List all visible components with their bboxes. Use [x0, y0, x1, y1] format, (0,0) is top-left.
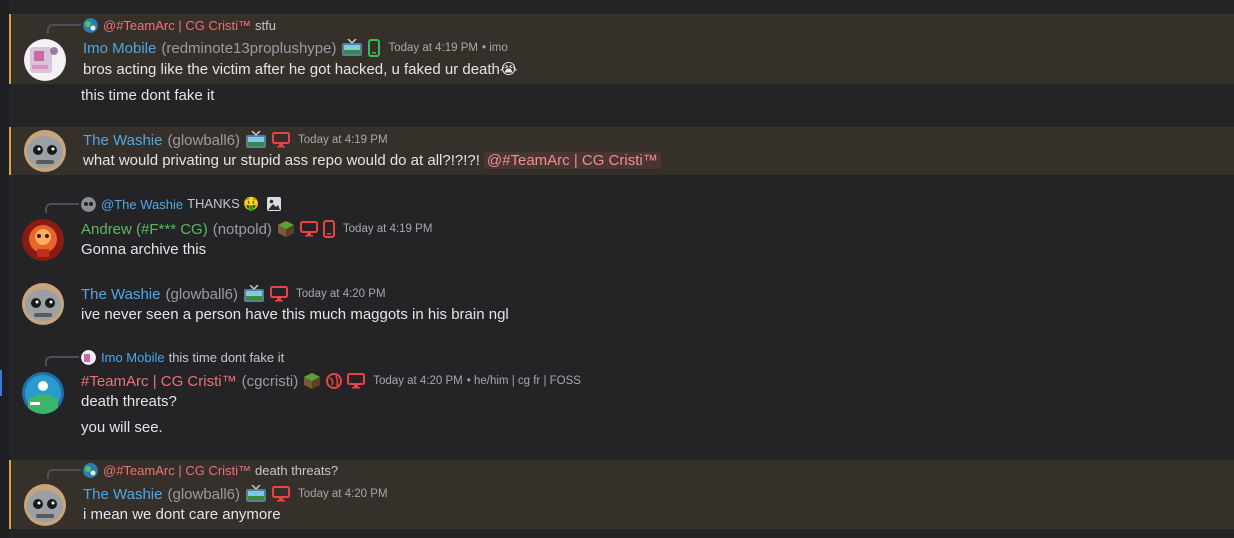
reply-avatar: [81, 349, 96, 365]
author-username: (redminote13proplushype): [161, 39, 337, 57]
author-tag: • he/him | cg fr | FOSS: [466, 375, 581, 387]
tv-badge-icon: [243, 285, 265, 303]
timestamp[interactable]: Today at 4:20 PM: [296, 288, 386, 300]
reply-text: this time dont fake it: [168, 349, 285, 365]
message[interactable]: @#TeamArc | CG Cristi™ stfu Imo Mobile (…: [9, 14, 1234, 84]
reply-author[interactable]: @#TeamArc | CG Cristi™: [103, 18, 251, 33]
desktop-device-icon: [270, 286, 289, 302]
avatar[interactable]: [24, 484, 66, 526]
message-header: The Washie (glowball6) Today at 4:20 PM: [81, 283, 386, 305]
avatar[interactable]: [22, 283, 64, 325]
timestamp[interactable]: Today at 4:19 PM: [388, 42, 478, 54]
author-username: (glowball6): [167, 131, 241, 149]
reply-avatar: [83, 17, 98, 33]
author-name[interactable]: The Washie: [83, 132, 162, 149]
reply-text: THANKS 🤑: [187, 196, 260, 211]
mobile-device-icon: [322, 220, 335, 238]
message-list: @#TeamArc | CG Cristi™ stfu Imo Mobile (…: [9, 0, 1234, 538]
user-mention[interactable]: @#TeamArc | CG Cristi™: [483, 152, 661, 169]
avatar[interactable]: [22, 372, 64, 414]
timestamp[interactable]: Today at 4:19 PM: [343, 223, 433, 235]
minecraft-block-icon: [303, 372, 321, 390]
message-continuation[interactable]: this time dont fake it: [9, 84, 1234, 110]
timestamp[interactable]: Today at 4:20 PM: [373, 375, 463, 387]
reply-connector: [47, 24, 81, 34]
reply-avatar: [81, 196, 96, 212]
author-name[interactable]: Andrew (#F*** CG): [81, 221, 208, 238]
avatar[interactable]: [24, 130, 66, 172]
message-header: Andrew (#F*** CG) (notpold) Today at 4:1…: [81, 218, 432, 240]
avatar[interactable]: [22, 219, 64, 261]
tv-badge-icon: [245, 131, 267, 149]
reply-preview[interactable]: Imo Mobile this time dont fake it: [45, 348, 285, 366]
reply-author[interactable]: Imo Mobile: [101, 350, 165, 365]
reply-preview[interactable]: @#TeamArc | CG Cristi™ death threats?: [47, 461, 339, 479]
message-text: ive never seen a person have this much m…: [81, 306, 509, 323]
unread-indicator: [0, 370, 2, 396]
globe-web-icon: [326, 373, 343, 389]
avatar[interactable]: [24, 39, 66, 81]
message[interactable]: The Washie (glowball6) Today at 4:19 PM …: [9, 127, 1234, 175]
author-username: (cgcristi): [241, 372, 299, 390]
desktop-device-icon: [299, 221, 318, 237]
reply-text: stfu: [255, 17, 277, 33]
mobile-device-icon: [368, 39, 381, 57]
minecraft-block-icon: [277, 220, 295, 238]
reply-author[interactable]: @#TeamArc | CG Cristi™: [103, 463, 251, 478]
message-header: #TeamArc | CG Cristi™ (cgcristi) Today a…: [81, 370, 581, 392]
reply-connector: [45, 203, 79, 213]
message-text: death threats?: [81, 393, 177, 410]
message-text: this time dont fake it: [81, 87, 215, 104]
message[interactable]: The Washie (glowball6) Today at 4:20 PM …: [9, 282, 1234, 330]
author-name[interactable]: #TeamArc | CG Cristi™: [81, 373, 237, 390]
reply-avatar: [83, 462, 98, 478]
reply-preview[interactable]: @#TeamArc | CG Cristi™ stfu: [47, 16, 277, 34]
message-text: i mean we dont care anymore: [83, 506, 281, 523]
timestamp[interactable]: Today at 4:20 PM: [298, 488, 388, 500]
author-name[interactable]: The Washie: [83, 486, 162, 503]
image-attachment-icon: [266, 196, 282, 212]
tv-badge-icon: [341, 39, 363, 57]
author-username: (notpold): [212, 220, 272, 238]
timestamp[interactable]: Today at 4:19 PM: [298, 134, 388, 146]
desktop-device-icon: [347, 373, 366, 389]
message[interactable]: @#TeamArc | CG Cristi™ death threats? Th…: [9, 460, 1234, 529]
reply-connector: [45, 356, 79, 366]
message-header: The Washie (glowball6) Today at 4:20 PM: [83, 483, 388, 505]
left-gutter: [0, 0, 9, 538]
author-tag: • imo: [481, 42, 508, 54]
reply-author[interactable]: @The Washie: [101, 197, 183, 212]
desktop-device-icon: [272, 486, 291, 502]
message-text: Gonna archive this: [81, 241, 207, 258]
message-text-row: what would privating ur stupid ass repo …: [83, 152, 661, 169]
author-name[interactable]: The Washie: [81, 286, 160, 303]
desktop-device-icon: [272, 132, 291, 148]
reply-text: death threats?: [255, 462, 339, 478]
author-username: (glowball6): [167, 485, 241, 503]
message-header: Imo Mobile (redminote13proplushype) Toda…: [83, 37, 508, 59]
message[interactable]: Imo Mobile this time dont fake it #TeamA…: [9, 347, 1234, 442]
reply-preview[interactable]: @The Washie THANKS 🤑: [45, 195, 287, 213]
message-text: you will see.: [81, 419, 163, 436]
message-text: bros acting like the victim after he got…: [83, 61, 518, 78]
message-header: The Washie (glowball6) Today at 4:19 PM: [83, 129, 388, 151]
message[interactable]: @The Washie THANKS 🤑 Andrew (#F*** CG) (…: [9, 193, 1234, 263]
author-username: (glowball6): [165, 285, 239, 303]
reply-connector: [47, 469, 81, 479]
message-text: what would privating ur stupid ass repo …: [83, 152, 480, 169]
author-name[interactable]: Imo Mobile: [83, 40, 156, 57]
tv-badge-icon: [245, 485, 267, 503]
